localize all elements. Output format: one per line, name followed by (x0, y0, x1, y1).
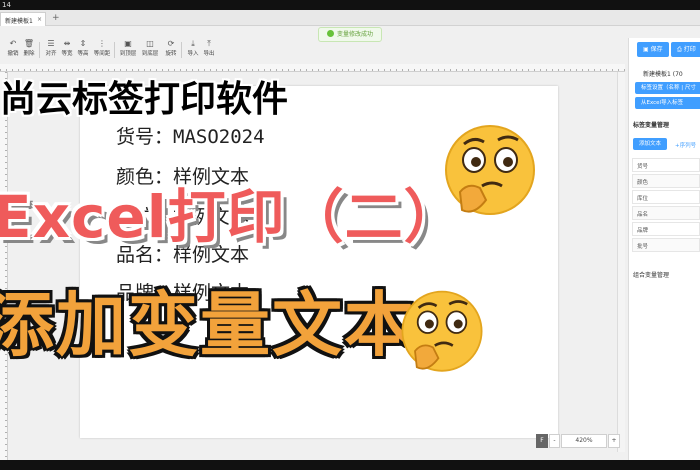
bottom-black-bar (0, 460, 700, 470)
equal-height-button[interactable]: ⇕ 等高 (74, 38, 92, 62)
thinking-face-icon (445, 125, 535, 215)
canvas-field-sku[interactable]: 货号：MASO2024 (116, 122, 265, 149)
zoom-out-button[interactable]: - (549, 434, 560, 448)
equal-spacing-button[interactable]: ⋮ 等间距 (92, 38, 112, 62)
tab-template-1[interactable]: 新建模板1 × (0, 12, 46, 26)
send-back-icon: ◫ (146, 39, 154, 48)
horizontal-ruler (0, 64, 625, 72)
rotate-icon: ⟳ (167, 39, 175, 48)
variable-row[interactable]: 品名 (632, 206, 700, 220)
import-excel-button[interactable]: 从Excel导入标签 (635, 97, 700, 109)
bring-front-icon: ▣ (124, 39, 132, 48)
overlay-bottom-text: 添加变量文本 (0, 284, 416, 366)
toast-text: 变量修改成功 (337, 31, 374, 38)
combo-section-title: 组合变量管理 (633, 272, 670, 279)
window-title: 14 (2, 1, 11, 9)
variables-section-title: 标签变量管理 (633, 122, 670, 129)
toolbar: ↶ 撤销 🗑 删除 ☰ 对齐 ⇹ 等宽 ⇕ 等高 ⋮ 等间距 ▣ 到顶层 ◫ 到底层 ⟳ 旋转 ⤓… (0, 38, 232, 62)
variable-row[interactable]: 库位 (632, 190, 700, 204)
field-label: 货号： (116, 126, 174, 148)
rotate-button[interactable]: ⟳ 旋转 (162, 38, 180, 62)
print-label: 打印 (683, 46, 696, 53)
print-button[interactable]: ⎙ 打印 (671, 42, 700, 57)
add-text-button[interactable]: 添加文本 (633, 138, 667, 150)
variable-row[interactable]: 批号 (632, 238, 700, 252)
tab-label: 新建模板1 (5, 18, 33, 25)
bring-front-button[interactable]: ▣ 到顶层 (118, 38, 138, 62)
template-name: 新建模板1 (70 (643, 71, 683, 78)
equal-spacing-label: 等间距 (93, 51, 111, 57)
export-label: 导出 (203, 51, 215, 57)
bring-front-label: 到顶层 (119, 51, 137, 57)
trash-icon: 🗑 (23, 39, 35, 48)
toolbar-divider (114, 42, 115, 58)
add-serial-button[interactable]: +序列号 (675, 141, 696, 149)
tab-bar: 新建模板1 × (0, 10, 700, 26)
delete-label: 删除 (23, 51, 35, 57)
overlay-subtitle: Excel打印（二） (0, 183, 463, 251)
equal-height-label: 等高 (77, 51, 89, 57)
toolbar-divider (39, 42, 40, 58)
save-icon: ▣ (643, 46, 651, 53)
zoom-controls: F - 420% + (536, 434, 621, 448)
export-icon: ⤒ (207, 39, 211, 48)
app-window: 14 新建模板1 × + 变量修改成功 ↶ 撤销 🗑 删除 ☰ 对齐 ⇹ 等宽 ⇕ 等高 … (0, 0, 700, 470)
check-circle-icon (327, 30, 334, 37)
send-back-button[interactable]: ◫ 到底层 (140, 38, 160, 62)
zoom-level[interactable]: 420% (561, 434, 607, 448)
add-tab-icon[interactable]: + (52, 11, 60, 25)
overlay-title: 尚云标签打印软件 (0, 79, 289, 120)
variable-row[interactable]: 颜色 (632, 174, 700, 188)
success-toast: 变量修改成功 (318, 27, 383, 42)
toolbar-divider (181, 42, 182, 58)
rotate-label: 旋转 (165, 51, 177, 57)
close-icon[interactable]: × (37, 16, 42, 23)
zoom-in-button[interactable]: + (608, 434, 620, 448)
fill-toggle[interactable]: F (536, 434, 548, 448)
variable-row[interactable]: 货号 (632, 158, 700, 172)
variable-row[interactable]: 品牌 (632, 222, 700, 236)
save-label: 保存 (650, 46, 663, 53)
label-settings-button[interactable]: 标签设置（名称 | 尺寸 (635, 82, 700, 94)
save-button[interactable]: ▣ 保存 (637, 42, 669, 57)
send-back-label: 到底层 (141, 51, 159, 57)
equal-spacing-icon: ⋮ (98, 39, 106, 48)
equal-height-icon: ⇕ (79, 39, 87, 48)
vertical-scrollbar[interactable] (617, 72, 625, 452)
delete-button[interactable]: 🗑 删除 (20, 38, 38, 62)
thinking-face-icon (401, 290, 483, 372)
export-button[interactable]: ⤒ 导出 (200, 38, 218, 62)
right-panel: ▣ 保存 ⎙ 打印 新建模板1 (70 标签设置（名称 | 尺寸 从Excel导… (628, 38, 700, 470)
top-black-bar: 14 (0, 0, 700, 10)
print-icon: ⎙ (677, 46, 684, 53)
vertical-ruler (0, 72, 8, 460)
field-value: MASO2024 (173, 126, 265, 148)
